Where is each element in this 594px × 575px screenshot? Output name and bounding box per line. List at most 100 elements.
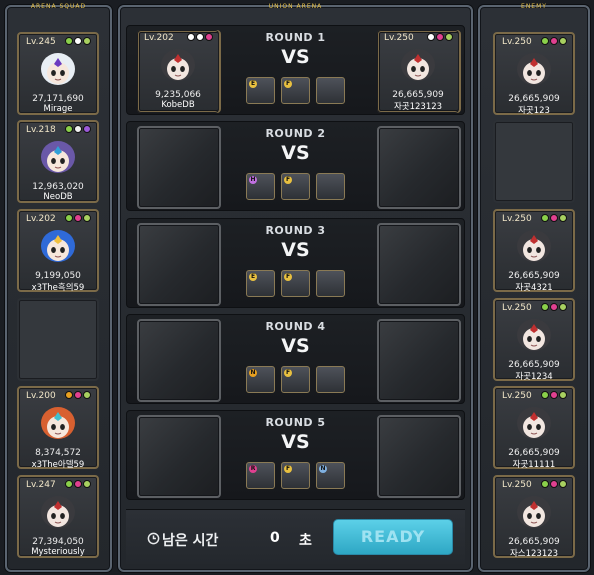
class-tag: F xyxy=(284,80,292,88)
character-name: x3The흑의59 xyxy=(31,283,85,293)
status-badge xyxy=(83,125,91,133)
character-icon[interactable] xyxy=(316,77,345,104)
status-badge xyxy=(65,214,73,222)
empty-slot[interactable] xyxy=(493,120,575,203)
enemy-card[interactable]: Lv.250 26,665,909 자곳11111 xyxy=(493,386,575,470)
round-row: ROUND 3 VS E F xyxy=(126,218,465,308)
combat-power: 26,665,909 xyxy=(508,537,560,547)
character-name: 자곳11111 xyxy=(512,460,556,470)
level-label: Lv.250 xyxy=(502,480,532,490)
status-badge xyxy=(559,391,567,399)
level-label: Lv.250 xyxy=(502,37,532,47)
status-badge xyxy=(559,214,567,222)
level-label: Lv.250 xyxy=(502,303,532,313)
combat-power: 12,963,020 xyxy=(32,182,84,192)
status-badge xyxy=(74,125,82,133)
squad-member-card[interactable]: Lv.200 8,374,572 x3The아델59 xyxy=(17,386,99,470)
character-icon[interactable]: F xyxy=(281,173,310,200)
squad-member-card[interactable]: Lv.218 12,963,020 NeoDB xyxy=(17,120,99,203)
status-badge xyxy=(74,391,82,399)
hooded-avatar xyxy=(517,407,551,439)
hooded-avatar xyxy=(517,496,551,528)
enemy-card[interactable]: Lv.250 26,665,909 자스123123 xyxy=(493,475,575,559)
status-badge xyxy=(65,480,73,488)
hooded-avatar xyxy=(517,319,551,351)
character-icon-row: NF xyxy=(127,366,464,393)
badge-row xyxy=(65,125,91,133)
badge-row xyxy=(65,214,91,222)
status-badge xyxy=(550,303,558,311)
badge-row xyxy=(541,303,567,311)
character-icon[interactable] xyxy=(316,173,345,200)
round-label: ROUND 2 xyxy=(265,127,326,140)
class-tag: F xyxy=(284,176,292,184)
character-icon[interactable]: F xyxy=(281,366,310,393)
enemy-panel: ENEMY Lv.250 26,665,909 자곳123 Lv.250 26,665,… xyxy=(478,3,590,572)
character-icon[interactable]: F xyxy=(281,270,310,297)
character-icon[interactable] xyxy=(316,270,345,297)
vs-label: VS xyxy=(281,431,310,453)
character-icon[interactable]: F xyxy=(281,462,310,489)
status-badge xyxy=(559,303,567,311)
round-label: ROUND 1 xyxy=(265,31,326,44)
combat-power: 9,199,050 xyxy=(35,271,81,281)
status-badge xyxy=(83,391,91,399)
badge-row xyxy=(541,480,567,488)
character-name: 자곳123 xyxy=(518,106,550,116)
status-badge xyxy=(65,391,73,399)
enemy-title: ENEMY xyxy=(521,3,547,10)
enemy-card[interactable]: Lv.250 26,665,909 자곳123 xyxy=(493,32,575,116)
status-badge xyxy=(541,37,549,45)
badge-row xyxy=(65,37,91,45)
status-badge xyxy=(541,214,549,222)
status-badge xyxy=(65,125,73,133)
colorful-hat-avatar xyxy=(41,407,75,439)
combat-power: 27,171,690 xyxy=(32,94,84,104)
character-icon[interactable]: E xyxy=(246,270,275,297)
badge-row xyxy=(541,37,567,45)
character-icon[interactable]: N xyxy=(246,366,275,393)
character-icon[interactable]: H xyxy=(246,173,275,200)
character-icon-row: HF xyxy=(127,173,464,200)
combat-power: 26,665,909 xyxy=(508,360,560,370)
vs-label: VS xyxy=(281,142,310,164)
character-icon[interactable]: F xyxy=(281,77,310,104)
arena-squad-title: ARENA SQUAD xyxy=(30,3,87,10)
character-icon[interactable]: E xyxy=(246,77,275,104)
hooded-avatar xyxy=(517,53,551,85)
class-tag: H xyxy=(249,176,257,184)
status-badge xyxy=(83,480,91,488)
purple-hair-avatar xyxy=(41,141,75,173)
combat-power: 27,394,050 xyxy=(32,537,84,547)
combat-power: 26,665,909 xyxy=(508,448,560,458)
vs-label: VS xyxy=(281,239,310,261)
status-badge xyxy=(74,214,82,222)
blue-hat-avatar xyxy=(41,230,75,262)
level-label: Lv.247 xyxy=(26,480,56,490)
squad-member-card[interactable]: Lv.202 9,199,050 x3The흑의59 xyxy=(17,209,99,293)
round-row: Lv.202 9,235,066 KobeDB Lv.250 26,665,909 자곳1… xyxy=(126,25,465,115)
character-name: x3The아델59 xyxy=(31,460,85,470)
squad-member-card[interactable]: Lv.245 27,171,690 Mirage xyxy=(17,32,99,115)
status-badge xyxy=(65,37,73,45)
enemy-card[interactable]: Lv.250 26,665,909 자곳1234 xyxy=(493,298,575,382)
character-icon[interactable]: N xyxy=(316,462,345,489)
character-icon[interactable]: R xyxy=(246,462,275,489)
class-tag: R xyxy=(249,465,257,473)
empty-slot[interactable] xyxy=(17,298,99,381)
badge-row xyxy=(541,391,567,399)
character-icon[interactable] xyxy=(316,366,345,393)
ready-button[interactable]: READY xyxy=(333,519,453,555)
enemy-card[interactable]: Lv.250 26,665,909 자곳4321 xyxy=(493,209,575,293)
level-label: Lv.200 xyxy=(26,391,56,401)
round-label: ROUND 4 xyxy=(265,320,326,333)
vs-label: VS xyxy=(281,335,310,357)
status-badge xyxy=(74,480,82,488)
timer-value: 0 xyxy=(270,530,280,546)
status-badge xyxy=(550,480,558,488)
level-label: Lv.245 xyxy=(26,37,56,47)
squad-member-card[interactable]: Lv.247 27,394,050 Mysteriously xyxy=(17,475,99,558)
round-label: ROUND 3 xyxy=(265,224,326,237)
badge-row xyxy=(65,480,91,488)
level-label: Lv.250 xyxy=(502,214,532,224)
